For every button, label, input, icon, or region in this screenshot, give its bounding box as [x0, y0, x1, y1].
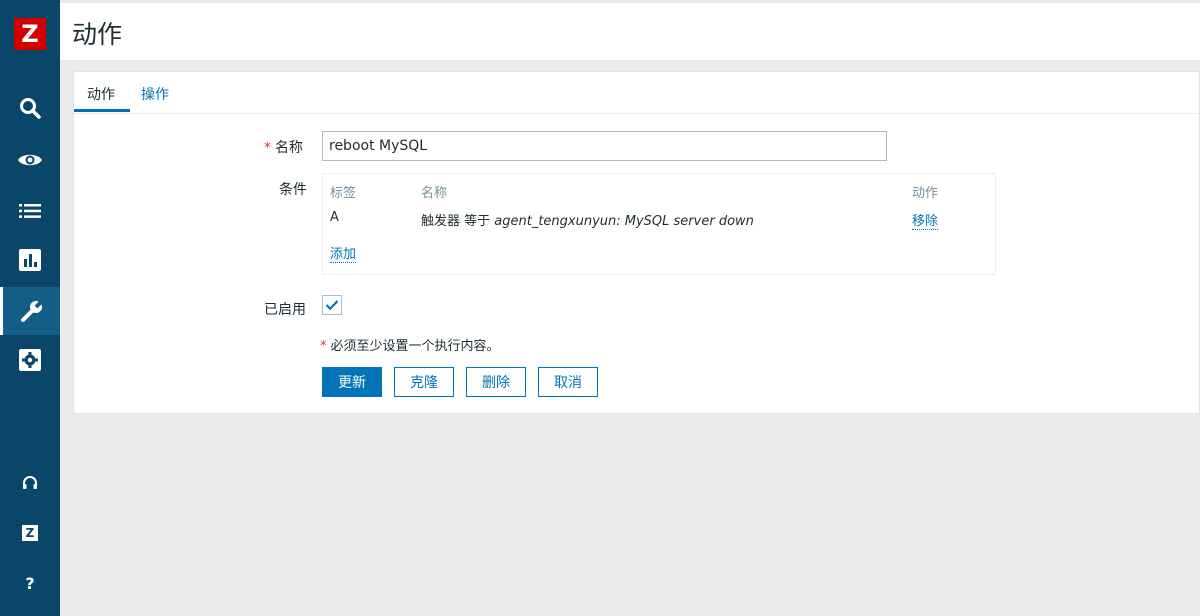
- required-mark: *: [264, 140, 271, 156]
- check-icon: [325, 300, 339, 311]
- column-header-tag: 标签: [330, 186, 357, 201]
- tab-bar: 动作 操作: [74, 72, 1199, 114]
- sidebar-item-reports[interactable]: [0, 236, 60, 284]
- remove-condition-link[interactable]: 移除: [912, 210, 939, 230]
- required-note: * 必须至少设置一个执行内容。: [320, 339, 500, 354]
- zabbix-logo[interactable]: Z: [14, 18, 46, 50]
- logo-letter: Z: [21, 20, 39, 48]
- enabled-label: 已启用: [264, 302, 306, 318]
- conditions-table: 标签 名称 动作 A 触发器 等于 agent_tengxunyun: MySQ…: [322, 173, 996, 275]
- add-condition-link[interactable]: 添加: [330, 243, 357, 263]
- help-icon: ?: [25, 573, 35, 593]
- page-header: 动作: [60, 0, 1200, 60]
- clone-button[interactable]: 克隆: [394, 367, 454, 397]
- list-icon: [19, 204, 41, 218]
- wrench-icon: [20, 299, 43, 322]
- sidebar-item-share[interactable]: Z: [0, 509, 60, 557]
- conditions-label: 条件: [279, 182, 307, 198]
- active-tab-indicator: [74, 109, 130, 112]
- condition-tag: A: [330, 210, 339, 225]
- eye-icon: [18, 154, 42, 166]
- column-header-action: 动作: [912, 186, 939, 201]
- condition-name: 触发器 等于 agent_tengxunyun: MySQL server do…: [421, 214, 754, 229]
- tab-action[interactable]: 动作: [87, 84, 115, 104]
- update-button[interactable]: 更新: [322, 367, 382, 397]
- gear-icon: [19, 349, 41, 371]
- sidebar-item-support[interactable]: [0, 459, 60, 507]
- tab-operations[interactable]: 操作: [141, 84, 169, 104]
- column-header-name: 名称: [421, 186, 448, 201]
- sidebar-item-configuration[interactable]: [0, 287, 60, 335]
- headset-icon: [23, 476, 37, 489]
- sidebar-item-help[interactable]: ?: [0, 559, 60, 607]
- page-title: 动作: [72, 20, 123, 49]
- sidebar-item-inventory[interactable]: [0, 187, 60, 235]
- cancel-button[interactable]: 取消: [538, 367, 598, 397]
- bar-chart-icon: [19, 249, 41, 271]
- enabled-checkbox[interactable]: [322, 295, 342, 315]
- sidebar-item-monitoring[interactable]: [0, 136, 60, 184]
- search-icon: [20, 98, 41, 119]
- delete-button[interactable]: 删除: [466, 367, 526, 397]
- name-input[interactable]: [322, 131, 887, 161]
- sidebar-item-administration[interactable]: [0, 336, 60, 384]
- condition-trigger-name: agent_tengxunyun: MySQL server down: [494, 214, 754, 229]
- note-required-mark: *: [320, 339, 327, 354]
- action-form-panel: 动作 操作 *名称 条件 标签 名称 动作 A 触发器 等于 agent_ten…: [73, 71, 1200, 414]
- sidebar-item-search[interactable]: [0, 84, 60, 132]
- share-icon: Z: [22, 525, 38, 541]
- name-label: * 名称: [264, 140, 303, 156]
- sidebar: Z Z ?: [0, 0, 60, 616]
